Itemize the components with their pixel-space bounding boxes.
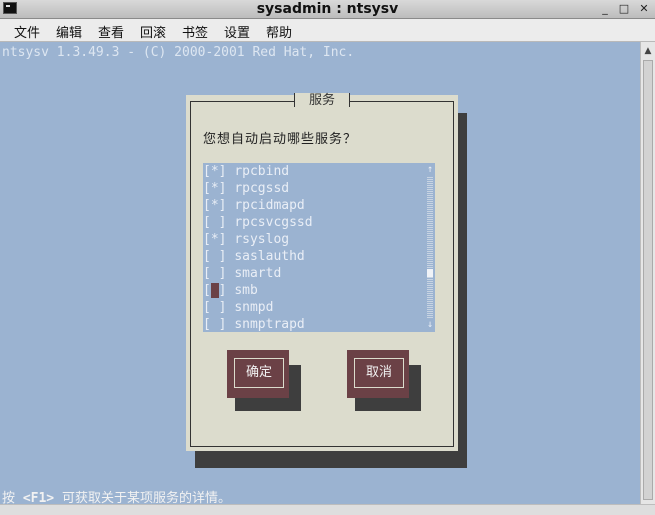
ok-button-label: 确定 — [234, 358, 284, 388]
help-hint-prefix: 按 — [2, 491, 23, 506]
list-item[interactable]: [ ] snmptrapd — [203, 316, 423, 333]
menu-bar: 文件 编辑 查看 回滚 书签 设置 帮助 — [0, 19, 655, 42]
scrollbar-thumb[interactable] — [643, 60, 653, 500]
service-name: rpcsvcgssd — [234, 215, 313, 230]
service-name: snmptrapd — [234, 317, 305, 332]
help-hint: 按 <F1> 可获取关于某项服务的详情。 — [2, 487, 231, 506]
service-name: smartd — [234, 266, 282, 281]
close-button[interactable]: ✕ — [637, 2, 651, 15]
service-checkbox[interactable]: [ ] — [203, 300, 226, 315]
service-checkbox[interactable]: [ ] — [203, 317, 226, 332]
service-name: smb — [234, 283, 258, 298]
service-name: rpcgssd — [234, 181, 290, 196]
menu-settings[interactable]: 设置 — [224, 22, 250, 41]
dialog-title: 服务 — [294, 93, 351, 108]
list-item[interactable]: [ ] rpcsvcgssd — [203, 214, 423, 231]
list-item[interactable]: [*] rpcidmapd — [203, 197, 423, 214]
list-item[interactable]: [*] rpcbind — [203, 163, 423, 180]
service-checkbox[interactable]: [*] — [203, 232, 226, 247]
list-scroll-track[interactable] — [427, 177, 433, 318]
service-checkbox[interactable]: [*] — [203, 164, 226, 179]
list-item[interactable]: [ ] snmpd — [203, 299, 423, 316]
list-scrollbar[interactable]: ↑ ↓ — [425, 163, 435, 332]
service-checkbox[interactable]: [ ] — [203, 215, 226, 230]
service-checkbox[interactable]: [*] — [203, 198, 226, 213]
service-checkbox[interactable]: [ ] — [203, 249, 226, 264]
menu-bookmarks[interactable]: 书签 — [182, 22, 208, 41]
ok-button[interactable]: 确定 — [227, 350, 289, 398]
list-item[interactable]: [*] rpcgssd — [203, 180, 423, 197]
text-cursor — [210, 283, 219, 298]
services-dialog: 服务 您想自动启动哪些服务？ [*] rpcbind [*] rpcgssd [… — [186, 93, 458, 451]
window-title: sysadmin : ntsysv — [256, 1, 399, 17]
cancel-button[interactable]: 取消 — [347, 350, 409, 398]
menu-edit[interactable]: 编辑 — [56, 22, 82, 41]
service-name: rpcbind — [234, 164, 290, 179]
ntsysv-version-header: ntsysv 1.3.49.3 - (C) 2000-2001 Red Hat,… — [2, 45, 355, 60]
list-scroll-position-marker[interactable] — [427, 269, 433, 277]
list-scroll-up-arrow-icon[interactable]: ↑ — [425, 163, 435, 177]
list-item[interactable]: [ ] saslauthd — [203, 248, 423, 265]
list-scroll-down-arrow-icon[interactable]: ↓ — [425, 318, 435, 332]
services-list[interactable]: [*] rpcbind [*] rpcgssd [*] rpcidmapd [ … — [203, 163, 435, 332]
service-name: snmpd — [234, 300, 274, 315]
service-checkbox-focused[interactable]: [ ] — [203, 283, 226, 298]
menu-file[interactable]: 文件 — [14, 22, 40, 41]
menu-view[interactable]: 查看 — [98, 22, 124, 41]
f1-key-label: <F1> — [22, 491, 55, 506]
scroll-up-arrow-icon[interactable]: ▲ — [641, 44, 655, 58]
cancel-button-label: 取消 — [354, 358, 404, 388]
title-bar[interactable]: sysadmin : ntsysv _ □ ✕ — [0, 0, 655, 19]
minimize-button[interactable]: _ — [598, 2, 612, 15]
help-hint-text: 可获取关于某项服务的详情。 — [54, 491, 231, 506]
list-item-focused[interactable]: [ ] smb — [203, 282, 423, 299]
service-name: rsyslog — [234, 232, 290, 247]
service-checkbox[interactable]: [*] — [203, 181, 226, 196]
service-checkbox[interactable]: [ ] — [203, 266, 226, 281]
list-item[interactable]: [*] rsyslog — [203, 231, 423, 248]
service-name: rpcidmapd — [234, 198, 305, 213]
dialog-prompt: 您想自动启动哪些服务？ — [203, 132, 358, 147]
menu-scrollback[interactable]: 回滚 — [140, 22, 166, 41]
window-scrollbar[interactable]: ▲ — [640, 42, 655, 504]
service-name: saslauthd — [234, 249, 305, 264]
list-item[interactable]: [ ] smartd — [203, 265, 423, 282]
maximize-button[interactable]: □ — [617, 2, 631, 15]
menu-help[interactable]: 帮助 — [266, 22, 292, 41]
